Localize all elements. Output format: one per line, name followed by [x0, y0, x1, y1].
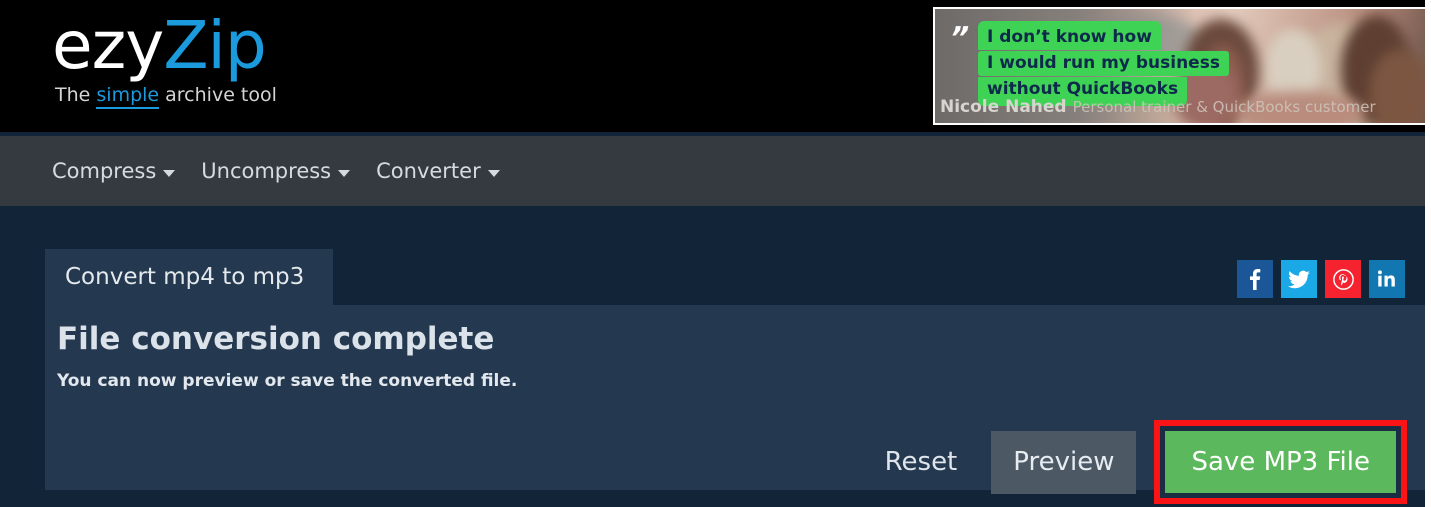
tagline-highlight[interactable]: simple [96, 84, 160, 109]
nav-item-uncompress[interactable]: Uncompress [201, 159, 351, 183]
nav-item-converter[interactable]: Converter [376, 159, 500, 183]
ad-attribution-role: Personal trainer & QuickBooks customer [1072, 98, 1376, 116]
site-tagline: The simple archive tool [55, 84, 277, 109]
facebook-share-icon[interactable] [1237, 260, 1273, 298]
site-logo[interactable]: ezyZip The simple archive tool [52, 8, 277, 109]
action-buttons: Reset Preview Save MP3 File [863, 420, 1407, 504]
ad-attribution-name: Nicole Nahed [940, 97, 1067, 117]
chevron-down-icon [487, 169, 500, 177]
main-navbar: Compress Uncompress Converter [0, 136, 1431, 206]
ad-quote-line-1: I don’t know how [978, 21, 1161, 50]
social-share-row [1237, 260, 1405, 298]
twitter-share-icon[interactable] [1281, 260, 1317, 298]
conversion-tab-label: Convert mp4 to mp3 [65, 264, 305, 290]
logo-text: ezyZip [52, 8, 277, 84]
save-mp3-button[interactable]: Save MP3 File [1165, 431, 1396, 493]
ad-attribution: Nicole Nahed Personal trainer & QuickBook… [940, 97, 1376, 117]
save-button-highlight: Save MP3 File [1154, 420, 1407, 504]
logo-text-secondary: Zip [163, 7, 266, 84]
conversion-tab[interactable]: Convert mp4 to mp3 [45, 249, 333, 305]
chevron-down-icon [338, 169, 351, 177]
navbar-items: Compress Uncompress Converter [52, 136, 500, 206]
conversion-card: File conversion complete You can now pre… [45, 305, 1431, 504]
tagline-after: archive tool [159, 84, 277, 106]
logo-text-primary: ezy [52, 7, 164, 84]
nav-item-label: Uncompress [201, 159, 332, 183]
ad-quote-line-2: I would run my business [978, 51, 1229, 76]
pinterest-share-icon[interactable] [1325, 260, 1361, 298]
advertisement-banner[interactable]: ” I don’t know how I would run my busine… [933, 7, 1429, 125]
page-right-edge [1425, 0, 1431, 507]
reset-button[interactable]: Reset [863, 433, 980, 491]
chevron-down-icon [163, 169, 176, 177]
preview-button[interactable]: Preview [991, 430, 1137, 494]
status-text: You can now preview or save the converte… [57, 371, 518, 391]
ad-quote-bubble: I don’t know how I would run my business… [978, 21, 1229, 107]
nav-item-compress[interactable]: Compress [52, 159, 176, 183]
tagline-before: The [55, 84, 97, 106]
site-header: ezyZip The simple archive tool ” I don’t… [0, 0, 1431, 132]
nav-item-label: Converter [376, 159, 481, 183]
page-root: ezyZip The simple archive tool ” I don’t… [0, 0, 1431, 507]
nav-item-label: Compress [52, 159, 157, 183]
page-title: File conversion complete [57, 321, 495, 357]
linkedin-share-icon[interactable] [1369, 260, 1405, 298]
